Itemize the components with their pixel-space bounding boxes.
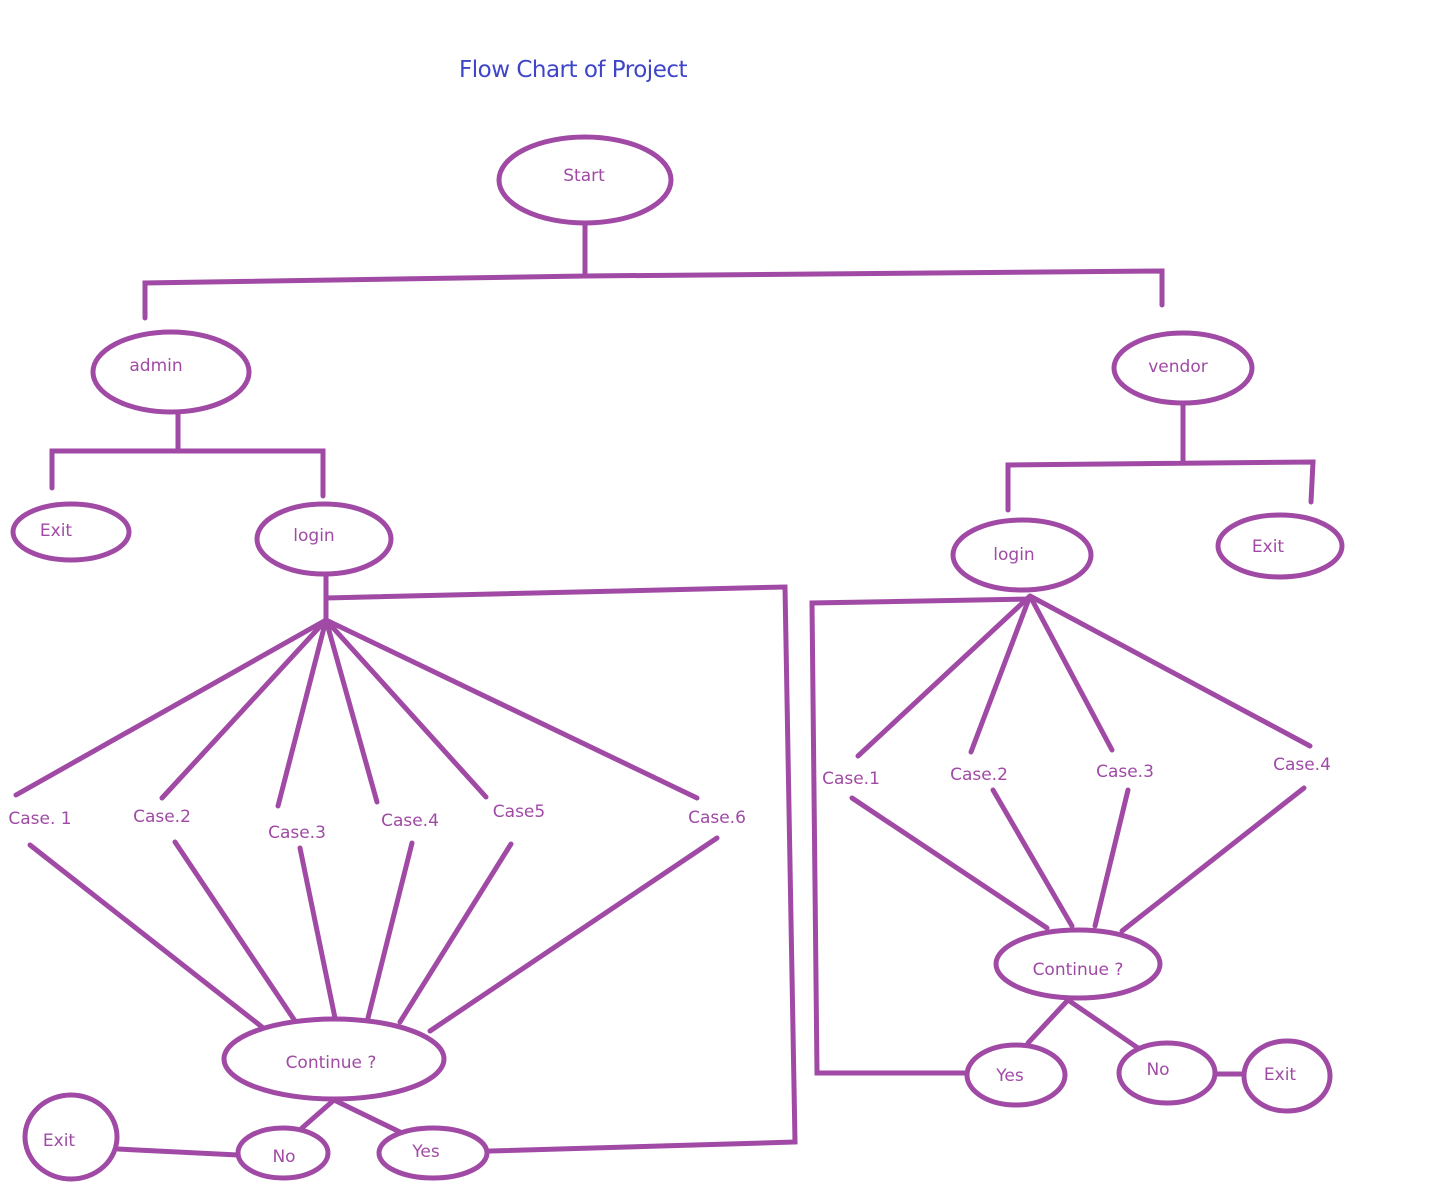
node-admin-continue[interactable]: Continue ?	[221, 1016, 447, 1102]
node-vendor-login[interactable]: login	[950, 517, 1094, 593]
node-label: Start	[563, 166, 605, 186]
admin-case-2: Case.2	[133, 807, 191, 827]
admin-case-4: Case.4	[381, 811, 439, 831]
node-label: No	[1146, 1060, 1169, 1080]
node-start[interactable]: Start	[496, 134, 674, 226]
connector-admin-cases	[13, 617, 700, 809]
admin-case-5: Case5	[493, 802, 545, 822]
connector-admin-to-continue	[27, 835, 720, 1034]
node-admin-no[interactable]: No	[235, 1125, 331, 1181]
node-vendor-no[interactable]: No	[1116, 1040, 1218, 1106]
node-label: Continue ?	[1033, 960, 1124, 980]
node-label: login	[993, 545, 1034, 565]
connector-start-split	[142, 221, 1165, 321]
node-vendor-yes[interactable]: Yes	[964, 1042, 1068, 1108]
connector-vendor-to-continue	[849, 785, 1307, 934]
vendor-case-labels: Case.1 Case.2 Case.3 Case.4	[822, 755, 1331, 789]
node-label: Exit	[43, 1131, 76, 1151]
admin-case-labels: Case. 1 Case.2 Case.3 Case.4 Case5 Case.…	[8, 802, 746, 843]
connector-vendor-cases	[855, 593, 1313, 759]
node-vendor-exit[interactable]: Exit	[1215, 512, 1345, 580]
node-label: Exit	[1252, 537, 1285, 557]
node-label: No	[272, 1147, 295, 1167]
admin-case-1: Case. 1	[8, 809, 71, 829]
connector-vendor-split	[1005, 399, 1316, 513]
connector-admin-split	[49, 409, 326, 499]
node-admin-final-exit[interactable]: Exit	[22, 1092, 120, 1182]
vendor-case-4: Case.4	[1273, 755, 1331, 775]
node-admin-yes[interactable]: Yes	[376, 1125, 490, 1181]
node-admin[interactable]: admin	[90, 329, 252, 415]
admin-case-3: Case.3	[268, 823, 326, 843]
vendor-case-2: Case.2	[950, 765, 1008, 785]
connector-vendor-loop	[809, 596, 1033, 1076]
node-vendor-continue[interactable]: Continue ?	[993, 927, 1163, 1001]
flowchart-canvas: Start admin vendor Exit login login Exit…	[8, 134, 1345, 1182]
node-label: vendor	[1148, 357, 1207, 377]
vendor-case-1: Case.1	[822, 769, 880, 789]
node-label: Exit	[1264, 1065, 1297, 1085]
node-vendor[interactable]: vendor	[1111, 330, 1255, 406]
node-admin-login[interactable]: login	[254, 501, 394, 577]
node-label: admin	[129, 356, 182, 376]
admin-case-6: Case.6	[688, 808, 746, 828]
node-label: Continue ?	[286, 1053, 377, 1073]
node-admin-exit[interactable]: Exit	[10, 501, 132, 563]
node-label: login	[293, 526, 334, 546]
vendor-case-3: Case.3	[1096, 762, 1154, 782]
node-vendor-final-exit[interactable]: Exit	[1241, 1038, 1333, 1114]
node-label: Exit	[40, 521, 73, 541]
node-label: Yes	[995, 1066, 1024, 1086]
node-label: Yes	[411, 1142, 440, 1162]
